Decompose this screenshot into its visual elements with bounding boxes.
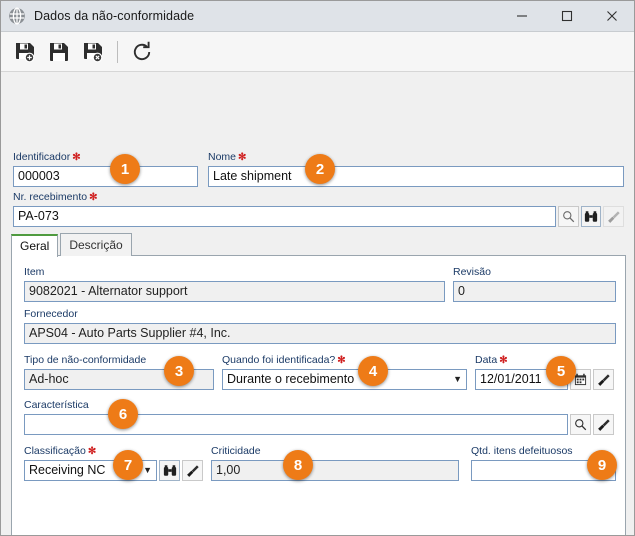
toolbar-separator xyxy=(117,40,118,63)
save-close-icon xyxy=(84,42,103,62)
maximize-icon xyxy=(561,10,572,22)
required-marker-icon: ✻ xyxy=(72,152,81,163)
label-nome: Nome ✻ xyxy=(208,151,247,163)
close-button[interactable] xyxy=(589,1,634,31)
clear-classificacao-button[interactable] xyxy=(182,460,203,481)
callout-badge-3: 3 xyxy=(164,356,194,386)
field-fornecedor: Fornecedor APS04 - Auto Parts Supplier #… xyxy=(24,308,616,344)
label-data: Data ✻ xyxy=(475,354,508,366)
required-marker-icon: ✻ xyxy=(337,355,346,366)
callout-badge-8: 8 xyxy=(283,450,313,480)
refresh-button[interactable] xyxy=(126,37,158,67)
find-receipt-button[interactable] xyxy=(580,206,602,227)
title-bar: Dados da não-conformidade xyxy=(1,1,634,32)
broom-icon xyxy=(607,210,620,223)
label-identificador: Identificador ✻ xyxy=(13,151,81,163)
globe-icon xyxy=(9,7,25,25)
label-revisao: Revisão xyxy=(453,266,491,278)
item-input[interactable]: 9082021 - Alternator support xyxy=(24,281,445,302)
close-icon xyxy=(606,11,617,21)
clear-date-button[interactable] xyxy=(593,369,614,390)
broom-icon xyxy=(186,464,199,477)
callout-badge-2: 2 xyxy=(305,154,335,184)
callout-badge-9: 9 xyxy=(587,450,617,480)
clear-caracteristica-button[interactable] xyxy=(593,414,614,435)
refresh-icon xyxy=(133,41,151,60)
label-criticidade: Criticidade xyxy=(211,445,261,457)
callout-badge-6: 6 xyxy=(108,399,138,429)
binoculars-icon xyxy=(584,211,598,222)
broom-icon xyxy=(597,373,610,386)
criticidade-input[interactable]: 1,00 xyxy=(211,460,459,481)
minimize-icon xyxy=(516,15,527,17)
required-marker-icon: ✻ xyxy=(499,355,508,366)
field-revisao: Revisão 0 xyxy=(453,266,616,302)
clear-receipt-button[interactable] xyxy=(603,206,625,227)
field-criticidade: Criticidade 1,00 xyxy=(211,445,459,481)
quando-identificada-value: Durante o recebimento xyxy=(227,372,355,386)
chevron-down-icon: ▼ xyxy=(143,465,152,475)
magnifier-icon xyxy=(575,419,587,431)
toolbar xyxy=(1,32,634,72)
callout-badge-5: 5 xyxy=(546,356,576,386)
label-fornecedor: Fornecedor xyxy=(24,308,78,320)
minimize-button[interactable] xyxy=(499,1,544,31)
identificador-input[interactable]: 000003 xyxy=(13,166,198,187)
label-item: Item xyxy=(24,266,45,278)
nome-input[interactable]: Late shipment xyxy=(208,166,624,187)
caracteristica-input[interactable] xyxy=(24,414,568,435)
nr-recebimento-input[interactable]: PA-073 xyxy=(13,206,556,227)
save-new-icon xyxy=(16,42,35,62)
save-button[interactable] xyxy=(43,37,75,67)
maximize-button[interactable] xyxy=(544,1,589,31)
calendar-icon xyxy=(574,373,587,386)
field-item: Item 9082021 - Alternator support xyxy=(24,266,445,302)
window-title: Dados da não-conformidade xyxy=(34,9,195,23)
tab-descricao[interactable]: Descrição xyxy=(60,233,132,256)
find-classificacao-button[interactable] xyxy=(159,460,180,481)
fornecedor-input[interactable]: APS04 - Auto Parts Supplier #4, Inc. xyxy=(24,323,616,344)
required-marker-icon: ✻ xyxy=(89,192,98,203)
broom-icon xyxy=(597,418,610,431)
window-controls xyxy=(499,1,634,31)
field-nr-recebimento: Nr. recebimento ✻ PA-073 xyxy=(13,191,625,227)
search-receipt-button[interactable] xyxy=(557,206,579,227)
callout-badge-4: 4 xyxy=(358,356,388,386)
quando-identificada-combobox[interactable]: Durante o recebimento ▼ xyxy=(222,369,467,390)
revisao-input[interactable]: 0 xyxy=(453,281,616,302)
tab-strip: Geral Descrição xyxy=(11,233,132,257)
field-nome: Nome ✻ Late shipment xyxy=(208,151,624,187)
save-and-close-button[interactable] xyxy=(77,37,109,67)
chevron-down-icon: ▼ xyxy=(453,374,462,384)
label-nr-recebimento: Nr. recebimento ✻ xyxy=(13,191,98,203)
field-identificador: Identificador ✻ 000003 xyxy=(13,151,198,187)
nonconformity-data-window: Dados da não-conformidade Identificador … xyxy=(0,0,635,536)
classificacao-value: Receiving NC xyxy=(29,463,106,477)
save-and-new-button[interactable] xyxy=(9,37,41,67)
label-quando-identificada: Quando foi identificada? ✻ xyxy=(222,354,346,366)
magnifier-icon xyxy=(562,211,574,223)
tab-panel-geral: Item 9082021 - Alternator support Revisã… xyxy=(11,255,626,535)
callout-badge-7: 7 xyxy=(113,450,143,480)
tab-geral[interactable]: Geral xyxy=(11,234,59,257)
save-icon xyxy=(50,42,68,61)
callout-badge-1: 1 xyxy=(110,154,140,184)
required-marker-icon: ✻ xyxy=(238,152,247,163)
binoculars-icon xyxy=(163,465,176,476)
search-caracteristica-button[interactable] xyxy=(570,414,591,435)
required-marker-icon: ✻ xyxy=(87,446,97,457)
field-quando-identificada: Quando foi identificada? ✻ Durante o rece… xyxy=(222,354,467,390)
